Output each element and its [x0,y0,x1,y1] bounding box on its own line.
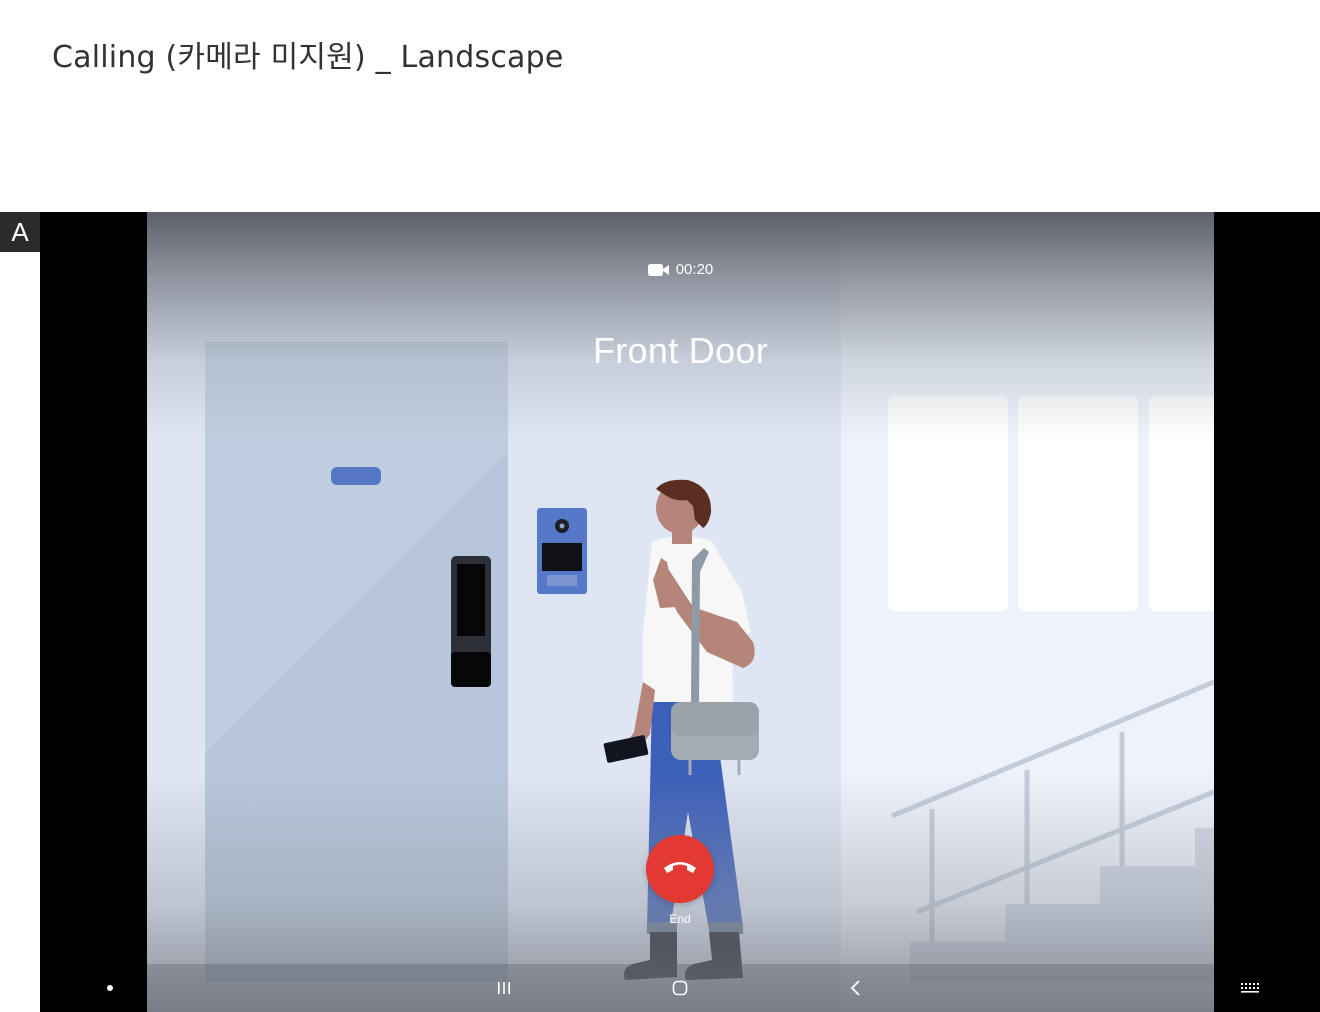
home-icon[interactable] [660,964,700,1012]
call-screen: 00:20 Front Door End [147,212,1214,1012]
caller-name: Front Door [592,330,769,371]
call-timer: 00:20 [147,261,1214,278]
navigation-bar [40,964,1320,1012]
phone-hangup-icon [662,859,698,879]
variant-badge: A [0,212,40,252]
keyboard-icon[interactable] [1230,964,1270,1012]
call-duration: 00:20 [675,261,714,278]
back-icon[interactable] [836,964,876,1012]
end-call-button[interactable] [646,835,714,903]
recent-apps-icon[interactable] [484,964,524,1012]
device-frame: 00:20 Front Door End [40,212,1320,1012]
end-call-label: End [669,912,691,926]
page-title: Calling (카메라 미지원) _ Landscape [52,40,564,75]
video-camera-icon [647,263,670,277]
dot-indicator-icon [95,964,125,1012]
